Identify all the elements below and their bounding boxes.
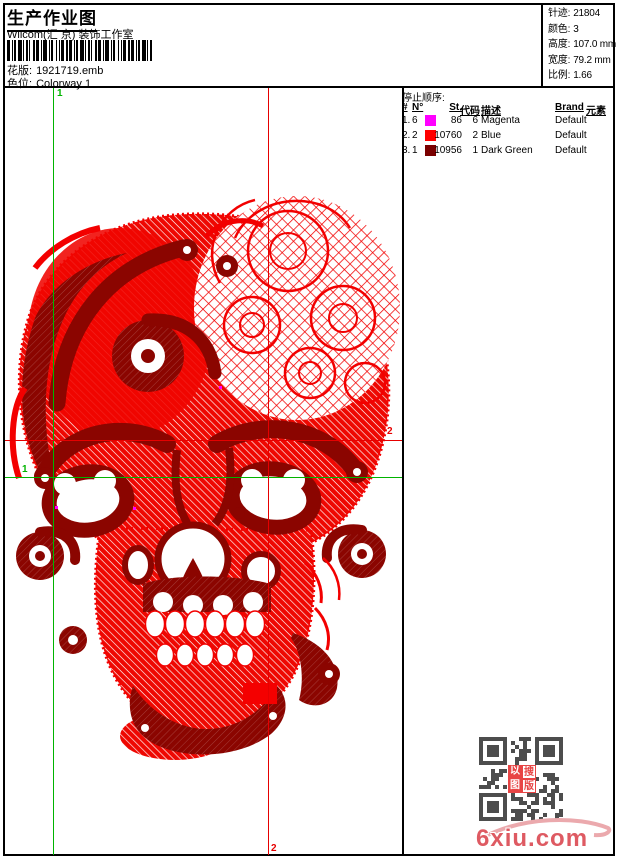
- stop-sequence-table: 停止顺序: # N° St. 代码 描述 Brand 元素 1. 6 86 6 …: [400, 88, 616, 160]
- stat-height: 高度: 107.0 mm: [548, 39, 617, 50]
- start-guide-horizontal-line: [5, 477, 402, 478]
- end-guide-vertical-line: [268, 88, 269, 855]
- table-divider-line: [402, 88, 404, 854]
- col-needle: N°: [412, 102, 424, 113]
- end-guide-label-right: 2: [387, 426, 393, 437]
- stop-table-row: 1. 6 86 6 Magenta Default: [402, 115, 587, 126]
- end-guide-label-bottom: 2: [271, 843, 277, 854]
- stat-width: 宽度: 79.2 mm: [548, 54, 611, 66]
- start-guide-label-left: 1: [22, 464, 28, 475]
- production-worksheet-page: 生产作业图 Wilcom(汇 京) 装饰工作室 花版: 1921719.emb 色…: [0, 0, 620, 860]
- embroidery-design-preview: [9, 196, 400, 760]
- col-brand: Brand: [555, 102, 584, 113]
- stop-table-row: 2. 2 10760 2 Blue Default: [402, 130, 587, 141]
- design-stats-box: 针迹: 21804 颜色: 3 高度: 107.0 mm 宽度: 79.2 mm 比例:…: [541, 4, 620, 88]
- stat-colors: 颜色: 3: [548, 23, 579, 35]
- qr-center-stamp: 以 搜 图 版: [508, 765, 536, 793]
- start-guide-label-top: 1: [57, 88, 63, 99]
- stat-scale: 比例: 1.66: [548, 70, 592, 81]
- stop-table-row: 3. 1 10956 1 Dark Green Default: [402, 145, 587, 156]
- col-stop: #: [402, 102, 408, 113]
- qr-code: 以 搜 图 版: [479, 737, 565, 823]
- stat-stitches: 针迹: 21804: [548, 8, 600, 19]
- start-guide-vertical-line: [53, 88, 54, 855]
- site-watermark: 6xiu.com: [468, 812, 618, 856]
- col-st: St.: [449, 102, 462, 113]
- watermark-text: 6xiu.com: [476, 825, 589, 852]
- end-guide-horizontal-line: [5, 440, 402, 441]
